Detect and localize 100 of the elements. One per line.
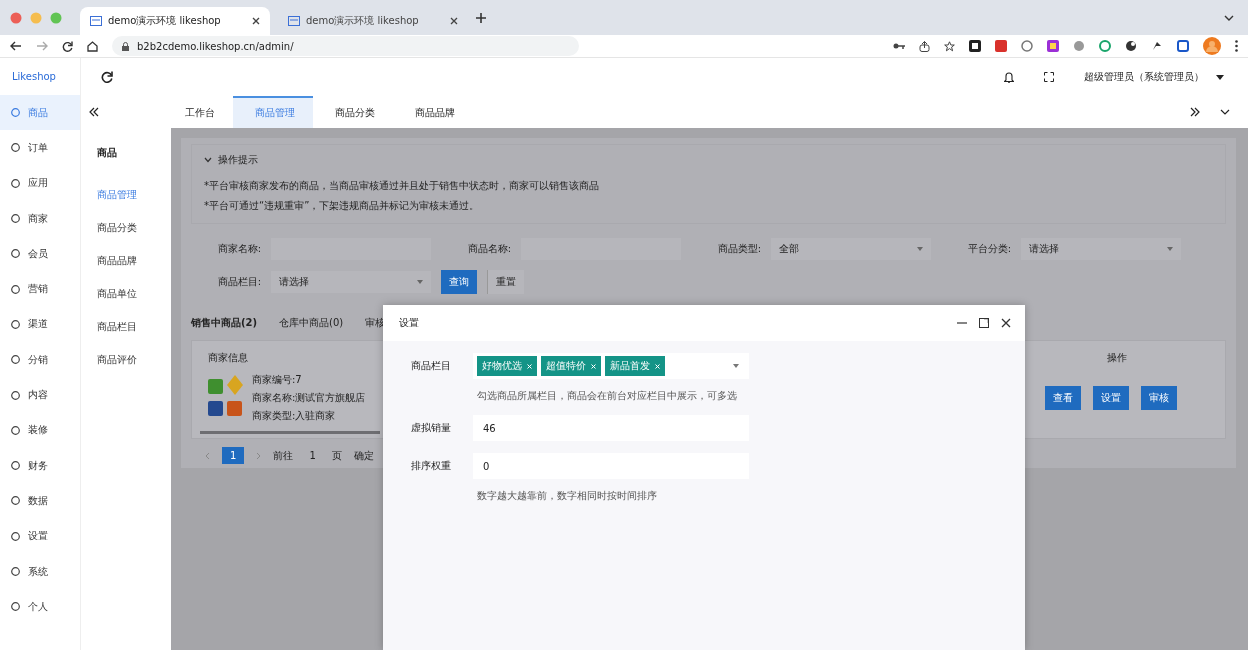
close-icon[interactable]: [1001, 318, 1011, 328]
chevron-down-icon[interactable]: [1220, 109, 1230, 115]
sidebar-item[interactable]: 个人: [0, 589, 80, 625]
close-icon[interactable]: [450, 17, 458, 25]
sidebar-item[interactable]: 订单: [0, 130, 80, 166]
sidebar-item[interactable]: 商家: [0, 200, 80, 237]
close-icon[interactable]: [252, 17, 260, 25]
circle-icon: [11, 567, 20, 576]
sidebar-item[interactable]: 财务: [0, 447, 80, 484]
goto-label: 前往: [273, 448, 294, 463]
select-field[interactable]: 请选择: [1021, 238, 1181, 260]
select-field[interactable]: 请选择: [271, 271, 431, 293]
new-tab-icon[interactable]: [476, 12, 486, 23]
sidebar-item[interactable]: 营销: [0, 271, 80, 307]
key-icon[interactable]: [893, 42, 905, 50]
maximize-icon[interactable]: [979, 318, 989, 328]
page-unit: 页: [331, 448, 342, 463]
caret-icon: [1216, 74, 1224, 80]
tip-text: *平台可通过“违规重审”，下架违规商品并标记为审核未通过。: [204, 199, 481, 213]
more-icon[interactable]: [1235, 40, 1238, 52]
tag[interactable]: 新品首发: [605, 356, 665, 376]
avatar-icon[interactable]: [1203, 37, 1221, 55]
sidebar-item[interactable]: 数据: [0, 483, 80, 519]
url-field[interactable]: b2b2cdemo.likeshop.cn/admin/: [112, 36, 579, 56]
field-label: 排序权重: [411, 459, 452, 473]
action-button[interactable]: 审核: [1141, 386, 1177, 410]
submenu-item[interactable]: 商品管理: [97, 188, 171, 202]
page-number[interactable]: 1: [222, 447, 245, 464]
select-field[interactable]: 全部: [771, 238, 931, 260]
browser-tab[interactable]: demo演示环境 likeshop: [80, 7, 270, 35]
confirm-button[interactable]: 确定: [353, 448, 374, 463]
back-icon[interactable]: [10, 41, 22, 51]
submenu-item[interactable]: 商品分类: [97, 221, 171, 235]
sidebar-item[interactable]: 装修: [0, 412, 80, 448]
page-tab[interactable]: 工作台: [163, 96, 233, 128]
query-button[interactable]: 查询: [441, 270, 477, 294]
sidebar-item[interactable]: 商品: [0, 95, 80, 131]
close-icon: [655, 363, 660, 369]
column-header: 操作: [1107, 351, 1127, 365]
circle-icon: [11, 425, 20, 435]
reset-button[interactable]: 重置: [487, 270, 524, 294]
lock-icon: [122, 41, 129, 51]
filter-label: 商品名称:: [466, 242, 511, 256]
chevron-icon: [204, 157, 212, 163]
page-tab[interactable]: 商品分类: [313, 96, 393, 128]
field-label: 虚拟销量: [411, 421, 452, 435]
tag[interactable]: 好物优选: [477, 356, 537, 376]
tag[interactable]: 超值特价: [541, 356, 601, 376]
sidebar-item[interactable]: 系统: [0, 553, 80, 590]
sidebar-item[interactable]: 内容: [0, 377, 80, 413]
double-chevron-icon[interactable]: [1190, 107, 1200, 117]
circle-icon: [11, 496, 20, 506]
sidebar-item[interactable]: 分销: [0, 342, 80, 378]
refresh-icon[interactable]: [101, 71, 113, 83]
browser-tab[interactable]: demo演示环境 likeshop: [278, 7, 468, 35]
close-icon: [527, 363, 532, 369]
fullscreen-icon[interactable]: [1044, 72, 1054, 82]
star-icon[interactable]: [944, 40, 955, 52]
extension-icon[interactable]: [1125, 40, 1137, 52]
collapse-icon[interactable]: [89, 107, 99, 117]
reload-icon[interactable]: [62, 40, 73, 52]
hint-text: 勾选商品所属栏目，商品会在前台对应栏目中展示，可多选: [476, 389, 738, 403]
home-icon[interactable]: [87, 40, 98, 52]
page-input[interactable]: 1: [305, 450, 320, 461]
submenu-item[interactable]: 商品评价: [97, 353, 171, 367]
tips-toggle[interactable]: 操作提示: [204, 153, 258, 167]
submenu-item[interactable]: 商品单位: [97, 287, 171, 301]
page-tab[interactable]: 商品管理: [233, 96, 313, 128]
input-field[interactable]: 0: [473, 453, 749, 479]
circle-icon: [11, 531, 20, 541]
submenu-item[interactable]: 商品品牌: [97, 254, 171, 268]
dialog-title: 设置: [399, 316, 419, 330]
circle-icon: [11, 461, 20, 471]
page-tab[interactable]: 商品品牌: [393, 96, 473, 128]
caret-icon: [733, 364, 739, 368]
close-icon: [591, 363, 596, 369]
sidebar-item[interactable]: 设置: [0, 518, 80, 554]
list-tab[interactable]: 销售中商品(2): [191, 316, 258, 330]
circle-icon: [11, 108, 20, 118]
list-tab[interactable]: 仓库中商品(0): [279, 316, 344, 330]
submenu-item[interactable]: 商品栏目: [97, 320, 171, 334]
tab-title: demo演示环境 likeshop: [306, 14, 420, 28]
hint-text: 数字越大越靠前，数字相同时按时间排序: [476, 489, 658, 503]
filter-label: 商家名称:: [216, 242, 261, 256]
sidebar-item[interactable]: 应用: [0, 165, 80, 201]
input-field[interactable]: 46: [473, 415, 749, 441]
page-icon: [288, 16, 300, 26]
user-menu[interactable]: 超级管理员（系统管理员）: [1084, 70, 1224, 84]
chevron-down-icon[interactable]: [1224, 14, 1234, 21]
action-button[interactable]: 查看: [1045, 386, 1081, 410]
sidebar-item[interactable]: 渠道: [0, 306, 80, 343]
extension-icon[interactable]: [1177, 40, 1189, 52]
extension-icon[interactable]: [969, 40, 981, 52]
bell-icon[interactable]: [1004, 71, 1014, 83]
circle-icon: [11, 249, 20, 259]
share-icon[interactable]: [919, 40, 930, 52]
tag-select[interactable]: 好物优选 超值特价 新品首发: [473, 353, 749, 379]
sidebar-item[interactable]: 会员: [0, 236, 80, 272]
action-button[interactable]: 设置: [1093, 386, 1129, 410]
window-controls-icon: [10, 11, 62, 24]
